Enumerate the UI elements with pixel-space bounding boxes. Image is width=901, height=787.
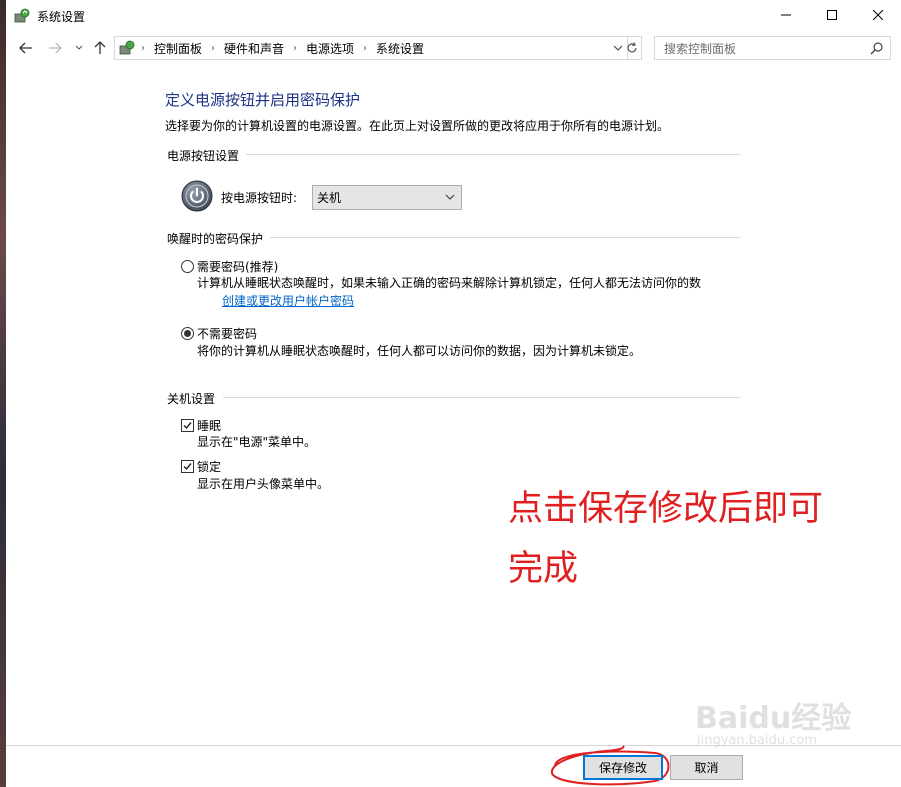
annotation-line-1: 点击保存修改后即可 xyxy=(508,489,824,529)
no-password-label[interactable]: 不需要密码 xyxy=(197,325,257,342)
footer-divider xyxy=(6,745,901,746)
lock-checkbox[interactable] xyxy=(181,460,194,473)
power-button-section-heading: 电源按钮设置 xyxy=(167,149,240,163)
require-password-radio[interactable] xyxy=(181,260,194,273)
sleep-checkbox[interactable] xyxy=(181,419,194,432)
power-button-action-select[interactable]: 关机 xyxy=(312,185,462,210)
no-password-radio[interactable] xyxy=(181,327,194,340)
no-password-description: 将你的计算机从睡眠状态唤醒时，任何人都可以访问你的数据，因为计算机未锁定。 xyxy=(197,344,642,358)
checkmark-icon xyxy=(183,422,192,430)
divider xyxy=(246,154,740,155)
divider xyxy=(223,397,740,398)
watermark-brand: Baidu经验 xyxy=(695,701,852,736)
chevron-down-icon xyxy=(445,194,455,200)
save-changes-button[interactable]: 保存修改 xyxy=(583,755,663,780)
annotation-line-2: 完成 xyxy=(508,549,579,589)
lock-label[interactable]: 锁定 xyxy=(197,458,221,475)
divider xyxy=(270,237,740,238)
lock-description: 显示在用户头像菜单中。 xyxy=(197,477,330,491)
password-section-heading: 唤醒时的密码保护 xyxy=(167,232,264,246)
page-description: 选择要为你的计算机设置的电源设置。在此页上对设置所做的更改将应用于你所有的电源计… xyxy=(165,119,670,133)
checkmark-icon xyxy=(183,463,192,471)
system-settings-window: 系统设置 › 控制面板 › 硬件和声音 › 电源选项 › 系统设置 搜索控制面板… xyxy=(0,0,901,787)
page-title: 定义电源按钮并启用密码保护 xyxy=(165,91,361,109)
shutdown-section-heading: 关机设置 xyxy=(167,392,216,406)
power-button-action-value: 关机 xyxy=(317,191,342,205)
power-button-label: 按电源按钮时: xyxy=(221,191,298,205)
create-password-link[interactable]: 创建或更改用户帐户密码 xyxy=(222,292,354,309)
power-button-icon xyxy=(181,180,213,212)
cancel-button[interactable]: 取消 xyxy=(670,755,743,780)
main-content: 定义电源按钮并启用密码保护 选择要为你的计算机设置的电源设置。在此页上对设置所做… xyxy=(0,0,901,787)
require-password-label[interactable]: 需要密码(推荐) xyxy=(197,258,278,275)
sleep-label[interactable]: 睡眠 xyxy=(197,417,221,434)
sleep-description: 显示在"电源"菜单中。 xyxy=(197,435,317,449)
require-password-description: 计算机从睡眠状态唤醒时，如果未输入正确的密码来解除计算机锁定，任何人都无法访问你… xyxy=(197,276,702,290)
baidu-watermark: Baidu经验 jingyan.baidu.com xyxy=(695,693,865,753)
